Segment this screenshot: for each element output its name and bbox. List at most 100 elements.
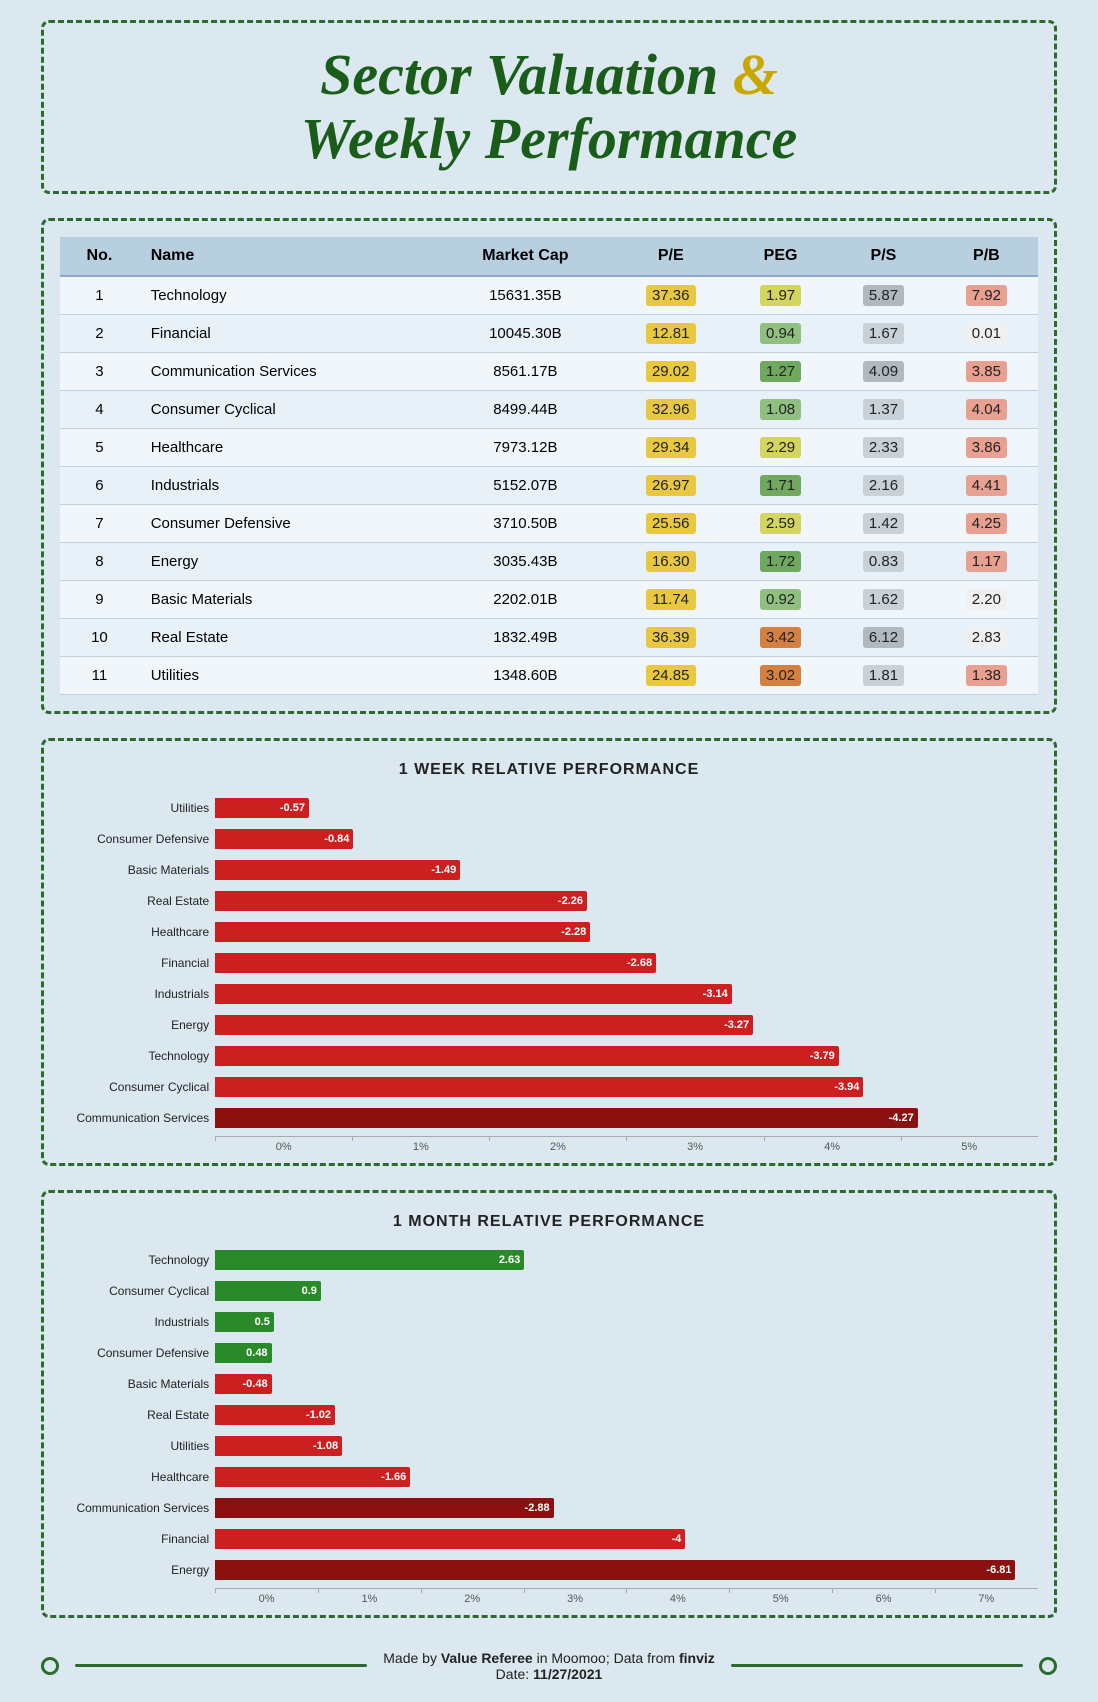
- cell-peg: 3.02: [729, 656, 832, 694]
- bar-fill: -2.88: [215, 1498, 553, 1518]
- bar-container: -0.57: [215, 797, 1038, 819]
- bar-fill: -0.57: [215, 798, 309, 818]
- cell-ps: 4.09: [832, 352, 935, 390]
- cell-no: 9: [60, 580, 139, 618]
- bar-label: Basic Materials: [60, 863, 215, 877]
- cell-no: 11: [60, 656, 139, 694]
- table-row: 11 Utilities 1348.60B 24.85 3.02 1.81 1.…: [60, 656, 1038, 694]
- cell-peg: 1.97: [729, 276, 832, 315]
- cell-market-cap: 7973.12B: [438, 428, 612, 466]
- bar-label: Communication Services: [60, 1111, 215, 1125]
- cell-pe: 12.81: [612, 314, 729, 352]
- x-tick: 6%: [832, 1593, 935, 1605]
- bar-label: Healthcare: [60, 1470, 215, 1484]
- chart2-bars: Technology2.63Consumer Cyclical0.9Indust…: [60, 1247, 1038, 1583]
- bar-label: Technology: [60, 1253, 215, 1267]
- bar-container: -2.88: [215, 1497, 1038, 1519]
- bar-container: 0.5: [215, 1311, 1038, 1333]
- bar-row: Basic Materials-1.49: [60, 857, 1038, 883]
- bar-label: Consumer Cyclical: [60, 1284, 215, 1298]
- bar-row: Technology-3.79: [60, 1043, 1038, 1069]
- cell-pb: 4.25: [935, 504, 1038, 542]
- cell-ps: 1.81: [832, 656, 935, 694]
- footer-credit: Made by Value Referee in Moomoo; Data fr…: [383, 1650, 715, 1666]
- cell-no: 7: [60, 504, 139, 542]
- bar-container: -1.49: [215, 859, 1038, 881]
- table-header-row: No. Name Market Cap P/E PEG P/S P/B: [60, 237, 1038, 276]
- footer-line-left: [75, 1664, 367, 1667]
- cell-pb: 3.86: [935, 428, 1038, 466]
- cell-market-cap: 1348.60B: [438, 656, 612, 694]
- table-row: 8 Energy 3035.43B 16.30 1.72 0.83 1.17: [60, 542, 1038, 580]
- table-row: 1 Technology 15631.35B 37.36 1.97 5.87 7…: [60, 276, 1038, 315]
- valuation-table-box: No. Name Market Cap P/E PEG P/S P/B 1 Te…: [41, 218, 1057, 714]
- valuation-table: No. Name Market Cap P/E PEG P/S P/B 1 Te…: [60, 237, 1038, 695]
- col-peg: PEG: [729, 237, 832, 276]
- col-name: Name: [139, 237, 439, 276]
- bar-row: Utilities-1.08: [60, 1433, 1038, 1459]
- bar-row: Technology2.63: [60, 1247, 1038, 1273]
- cell-pb: 2.83: [935, 618, 1038, 656]
- cell-pe: 25.56: [612, 504, 729, 542]
- bar-label: Healthcare: [60, 925, 215, 939]
- col-pe: P/E: [612, 237, 729, 276]
- table-row: 5 Healthcare 7973.12B 29.34 2.29 2.33 3.…: [60, 428, 1038, 466]
- cell-name: Financial: [139, 314, 439, 352]
- cell-market-cap: 2202.01B: [438, 580, 612, 618]
- bar-label: Utilities: [60, 1439, 215, 1453]
- x-tick: 3%: [524, 1593, 627, 1605]
- cell-name: Industrials: [139, 466, 439, 504]
- bar-container: -2.28: [215, 921, 1038, 943]
- bar-container: -2.26: [215, 890, 1038, 912]
- bar-container: 0.48: [215, 1342, 1038, 1364]
- bar-label: Real Estate: [60, 894, 215, 908]
- footer-text: Made by Value Referee in Moomoo; Data fr…: [383, 1650, 715, 1682]
- cell-ps: 0.83: [832, 542, 935, 580]
- bar-container: -1.08: [215, 1435, 1038, 1457]
- cell-peg: 2.29: [729, 428, 832, 466]
- bar-row: Utilities-0.57: [60, 795, 1038, 821]
- cell-pe: 16.30: [612, 542, 729, 580]
- col-pb: P/B: [935, 237, 1038, 276]
- footer: Made by Value Referee in Moomoo; Data fr…: [41, 1650, 1057, 1682]
- bar-container: -0.48: [215, 1373, 1038, 1395]
- bar-label: Industrials: [60, 1315, 215, 1329]
- x-tick: 3%: [626, 1141, 763, 1153]
- chart1-box: 1 WEEK RELATIVE PERFORMANCE Utilities-0.…: [41, 738, 1057, 1166]
- bar-row: Energy-3.27: [60, 1012, 1038, 1038]
- bar-fill: -2.28: [215, 922, 590, 942]
- cell-no: 4: [60, 390, 139, 428]
- cell-name: Basic Materials: [139, 580, 439, 618]
- bar-label: Communication Services: [60, 1501, 215, 1515]
- bar-label: Industrials: [60, 987, 215, 1001]
- bar-container: -3.14: [215, 983, 1038, 1005]
- bar-container: -0.84: [215, 828, 1038, 850]
- cell-market-cap: 8499.44B: [438, 390, 612, 428]
- col-ps: P/S: [832, 237, 935, 276]
- bar-row: Healthcare-2.28: [60, 919, 1038, 945]
- bar-fill: -3.27: [215, 1015, 753, 1035]
- cell-name: Utilities: [139, 656, 439, 694]
- x-tick: 4%: [764, 1141, 901, 1153]
- cell-pb: 0.01: [935, 314, 1038, 352]
- bar-label: Technology: [60, 1049, 215, 1063]
- cell-peg: 0.92: [729, 580, 832, 618]
- cell-name: Consumer Cyclical: [139, 390, 439, 428]
- cell-pe: 11.74: [612, 580, 729, 618]
- x-tick: 4%: [626, 1593, 729, 1605]
- cell-pe: 26.97: [612, 466, 729, 504]
- bar-container: -4: [215, 1528, 1038, 1550]
- bar-row: Real Estate-1.02: [60, 1402, 1038, 1428]
- chart1-title: 1 WEEK RELATIVE PERFORMANCE: [60, 761, 1038, 779]
- title-amp: &: [733, 42, 778, 107]
- cell-no: 5: [60, 428, 139, 466]
- cell-name: Consumer Defensive: [139, 504, 439, 542]
- cell-peg: 2.59: [729, 504, 832, 542]
- x-tick: 0%: [215, 1141, 352, 1153]
- bar-label: Basic Materials: [60, 1377, 215, 1391]
- chart2-title: 1 MONTH RELATIVE PERFORMANCE: [60, 1213, 1038, 1231]
- cell-no: 2: [60, 314, 139, 352]
- bar-label: Consumer Defensive: [60, 832, 215, 846]
- cell-peg: 1.71: [729, 466, 832, 504]
- bar-row: Financial-2.68: [60, 950, 1038, 976]
